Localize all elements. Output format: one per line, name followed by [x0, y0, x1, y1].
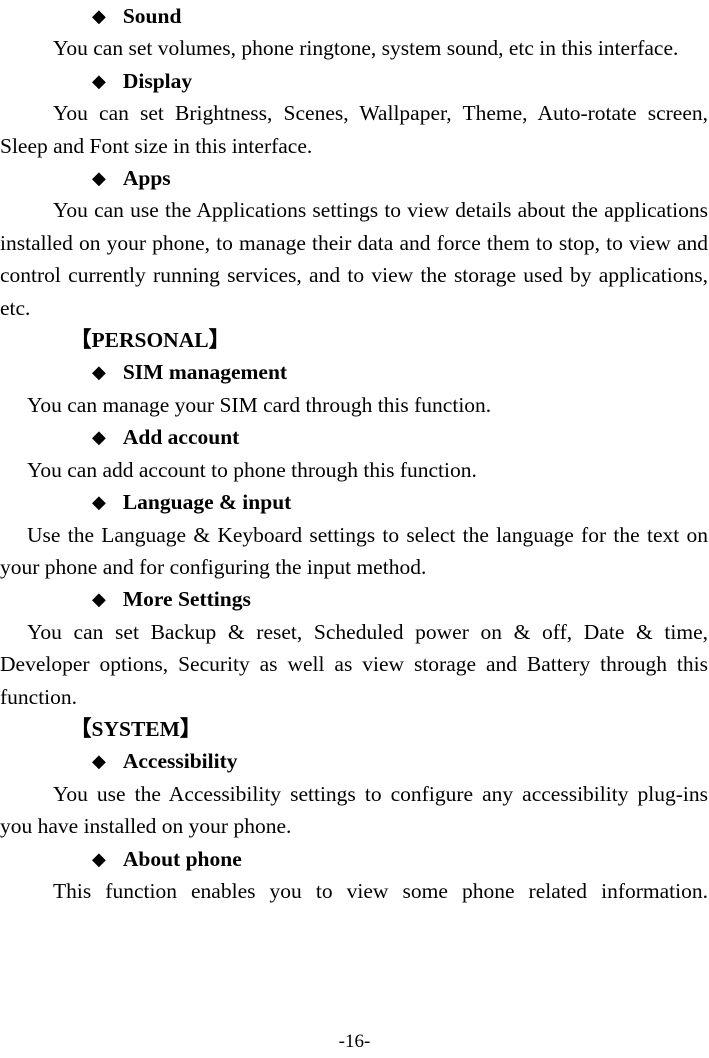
diamond-bullet-icon: ◆	[92, 751, 106, 772]
heading-label: Sound	[122, 4, 182, 28]
heading-label: Add account	[122, 425, 240, 450]
heading-label: Apps	[122, 166, 171, 191]
paragraph-sound: You can set volumes, phone ringtone, sys…	[53, 36, 679, 61]
heading-language-input: ◆ Language & input	[0, 486, 709, 518]
diamond-bullet-icon: ◆	[92, 848, 106, 869]
heading-accessibility: ◆ Accessibility	[0, 745, 709, 777]
paragraph-sim-management: You can manage your SIM card through thi…	[27, 392, 492, 417]
section-personal: 【PERSONAL】	[70, 328, 231, 353]
page-content: ◆ Sound You can set volumes, phone ringto…	[0, 0, 709, 907]
diamond-bullet-icon: ◆	[92, 589, 106, 610]
heading-sound: ◆ Sound	[0, 0, 709, 32]
paragraph-apps: You can use the Applications settings to…	[0, 198, 708, 320]
heading-add-account: ◆ Add account	[0, 421, 709, 453]
heading-label: About phone	[122, 846, 242, 871]
diamond-bullet-icon: ◆	[92, 168, 106, 189]
heading-label: Display	[122, 68, 193, 93]
heading-more-settings: ◆ More Settings	[0, 583, 709, 615]
paragraph-accessibility: You use the Accessibility settings to co…	[0, 781, 708, 839]
heading-label: Language & input	[122, 490, 292, 515]
paragraph-about-phone: This function enables you to view some p…	[53, 878, 708, 903]
heading-apps: ◆ Apps	[0, 162, 709, 194]
heading-label: Accessibility	[122, 749, 238, 774]
diamond-bullet-icon: ◆	[92, 6, 106, 26]
page-number-footer: -16-	[338, 1031, 371, 1052]
heading-sim-management: ◆ SIM management	[0, 356, 709, 388]
heading-display: ◆ Display	[0, 65, 709, 97]
paragraph-language-input: Use the Language & Keyboard settings to …	[0, 522, 708, 579]
document-page: ◆ Sound You can set volumes, phone ringto…	[0, 0, 709, 1058]
paragraph-more-settings: You can set Backup & reset, Scheduled po…	[0, 619, 708, 709]
diamond-bullet-icon: ◆	[92, 427, 106, 448]
section-system: 【SYSTEM】	[70, 716, 202, 741]
heading-label: SIM management	[122, 360, 288, 385]
heading-label: More Settings	[122, 587, 251, 612]
diamond-bullet-icon: ◆	[92, 362, 106, 383]
paragraph-display: You can set Brightness, Scenes, Wallpape…	[0, 101, 708, 158]
heading-about-phone: ◆ About phone	[0, 843, 709, 875]
paragraph-add-account: You can add account to phone through thi…	[27, 457, 477, 482]
diamond-bullet-icon: ◆	[92, 70, 106, 91]
diamond-bullet-icon: ◆	[92, 492, 106, 513]
